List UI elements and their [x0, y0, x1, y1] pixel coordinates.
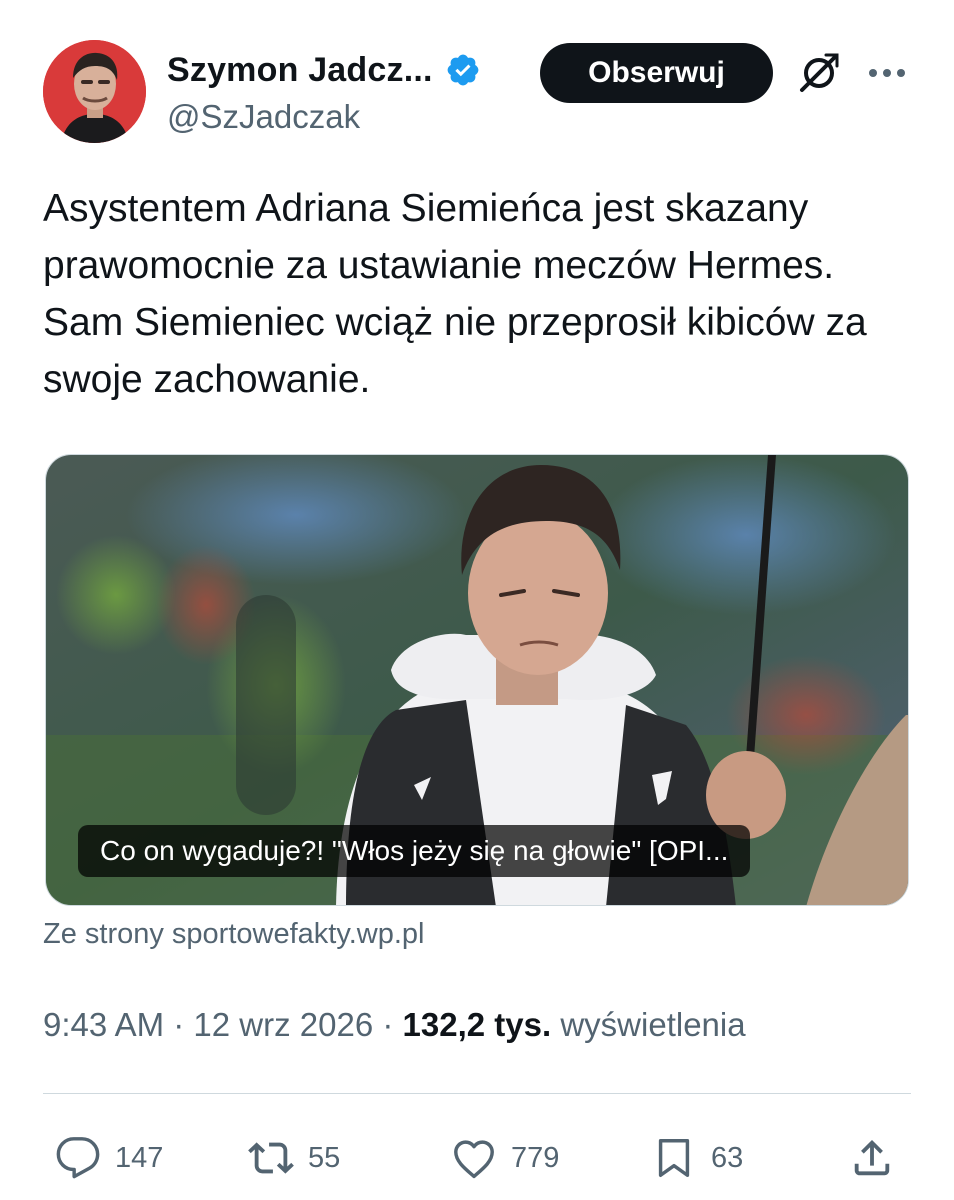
- action-bar: 147 55 779 63: [43, 1128, 911, 1188]
- share-icon: [854, 1139, 890, 1176]
- card-caption: Co on wygaduje?! "Włos jeży się na głowi…: [78, 825, 751, 877]
- reply-button[interactable]: 147: [55, 1128, 163, 1188]
- tweet-date[interactable]: 12 wrz 2026: [193, 1006, 373, 1043]
- grok-icon[interactable]: [796, 50, 842, 96]
- tweet-time[interactable]: 9:43 AM: [43, 1006, 164, 1043]
- views-count[interactable]: 132,2 tys.: [403, 1006, 552, 1043]
- views-label[interactable]: wyświetlenia: [560, 1006, 745, 1043]
- bookmark-count: 63: [711, 1141, 744, 1174]
- divider: [43, 1093, 911, 1094]
- follow-button[interactable]: Obserwuj: [540, 43, 773, 103]
- heart-icon: [454, 1140, 494, 1179]
- display-name[interactable]: Szymon Jadcz...: [167, 51, 433, 90]
- repost-count: 55: [308, 1141, 341, 1174]
- tweet-header: Szymon Jadcz... @SzJadczak Obserwuj: [43, 40, 911, 144]
- bookmark-icon: [658, 1139, 690, 1177]
- bookmark-button[interactable]: 63: [651, 1128, 743, 1188]
- share-button[interactable]: [849, 1128, 909, 1188]
- like-count: 779: [511, 1141, 560, 1174]
- meta-separator: ·: [382, 1006, 394, 1043]
- repost-button[interactable]: 55: [248, 1128, 340, 1188]
- reply-icon: [56, 1137, 100, 1179]
- author-info[interactable]: Szymon Jadcz... @SzJadczak: [167, 46, 481, 136]
- repost-icon: [248, 1142, 294, 1174]
- link-card[interactable]: Co on wygaduje?! "Włos jeży się na głowi…: [45, 454, 909, 906]
- card-source[interactable]: Ze strony sportowefakty.wp.pl: [43, 918, 424, 951]
- verified-badge-icon: [445, 52, 481, 88]
- like-button[interactable]: 779: [451, 1128, 559, 1188]
- user-handle[interactable]: @SzJadczak: [167, 98, 481, 136]
- reply-count: 147: [115, 1141, 164, 1174]
- tweet-text: Asystentem Adriana Siemieńca jest skazan…: [43, 187, 867, 401]
- meta-separator: ·: [173, 1006, 185, 1043]
- more-icon[interactable]: [863, 58, 911, 88]
- avatar[interactable]: [43, 40, 146, 143]
- tweet-meta: 9:43 AM · 12 wrz 2026 · 132,2 tys. wyświ…: [43, 1006, 746, 1044]
